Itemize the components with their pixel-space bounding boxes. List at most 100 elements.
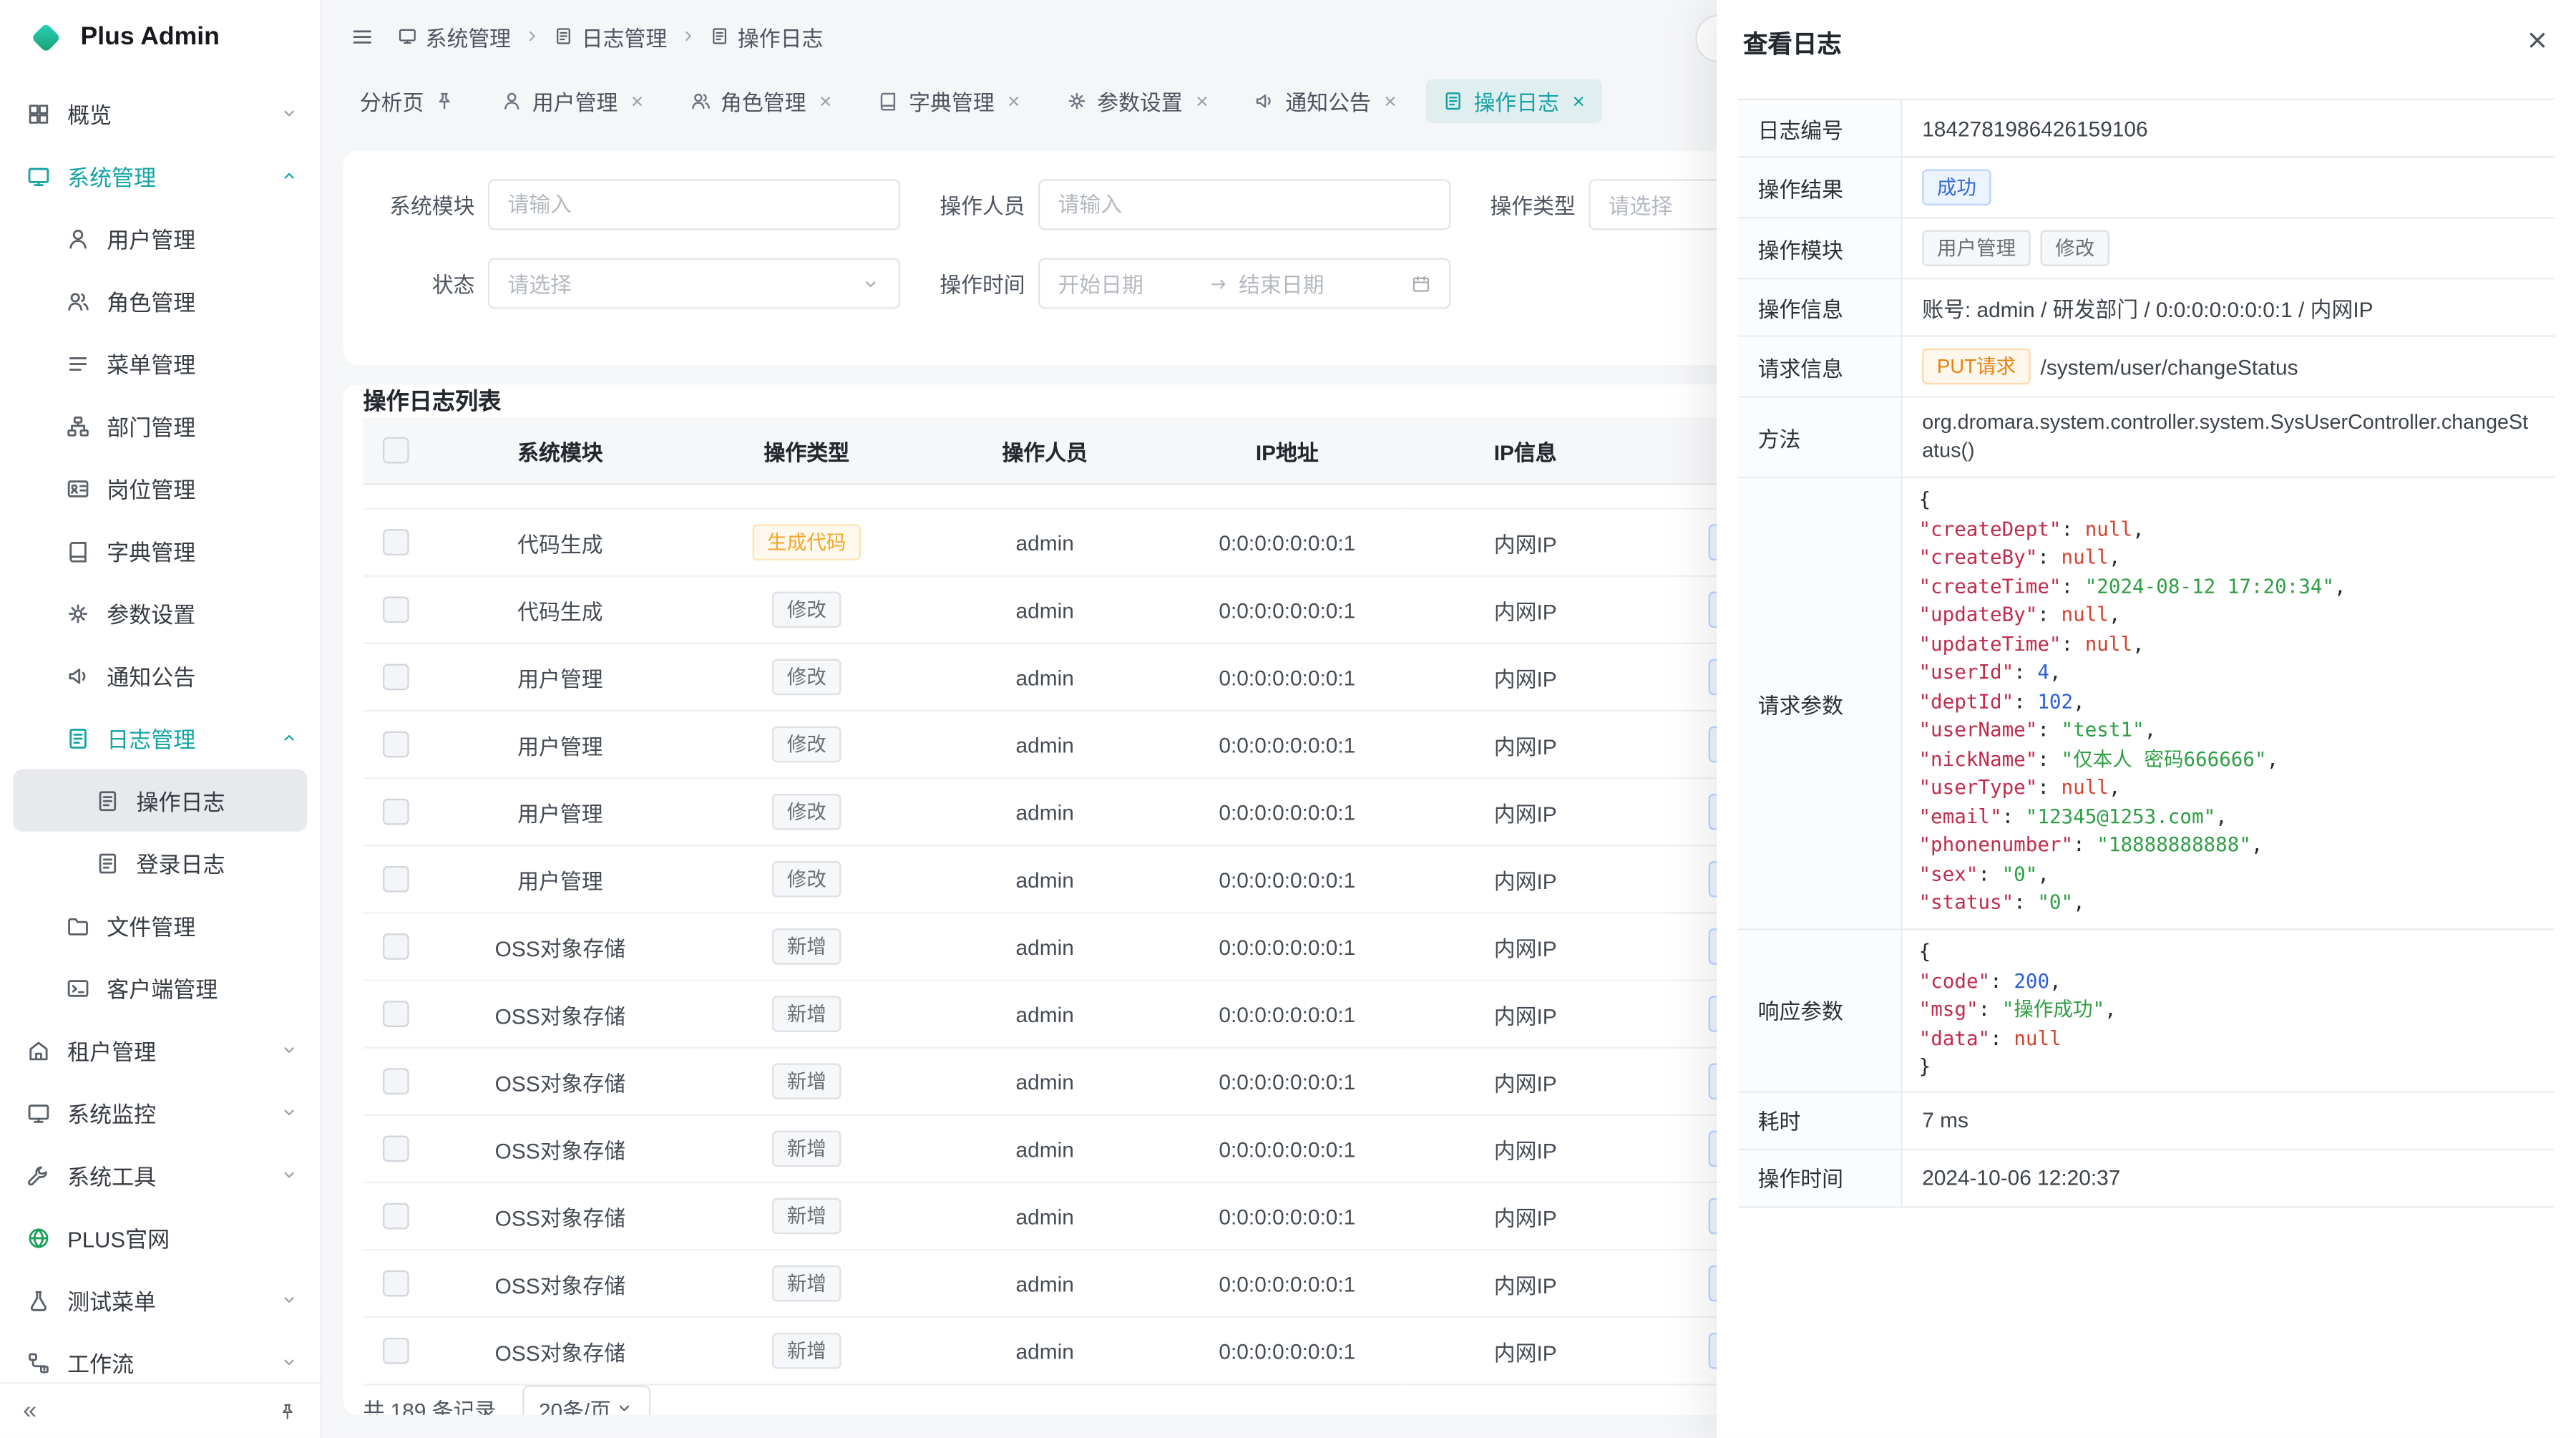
sidebar-item-overview[interactable]: 概览 [0,82,321,145]
operation-time-range-picker[interactable]: 开始日期 结束日期 [1038,258,1450,309]
sidebar-item-workflow[interactable]: 工作流 [0,1331,321,1382]
roles-icon [66,288,90,313]
close-tab-icon[interactable]: × [1384,89,1396,111]
detail-row-op-time: 操作时间 2024-10-06 12:20:37 [1738,1150,2555,1207]
tab-operation-log[interactable]: 操作日志× [1426,78,1601,122]
row-checkbox[interactable] [383,732,409,758]
book-icon [878,89,899,111]
building-icon [26,1038,51,1062]
log-icon [554,26,574,47]
tab-role-mgmt[interactable]: 角色管理× [673,78,848,122]
close-tab-icon[interactable]: × [1572,89,1584,111]
cell-module: 代码生成 [429,509,691,576]
operation-type-badge: 修改 [772,861,841,898]
cell-ip: 0:0:0:0:0:0:0:1 [1168,1115,1406,1182]
operation-type-badge: 修改 [772,659,841,696]
sidebar-item-menu-mgmt[interactable]: 菜单管理 [0,332,321,394]
drawer-title: 查看日志 [1743,26,1842,60]
view-log-drawer: 查看日志 日志编号 1842781986426159106 操作结果 成功 操作… [1717,0,2576,1438]
row-checkbox[interactable] [383,1203,409,1230]
filter-label: 操作类型 [1490,189,1575,220]
sidebar-item-user-mgmt[interactable]: 用户管理 [0,207,321,269]
sidebar-item-operation-log[interactable]: 操作日志 [13,769,307,831]
sidebar-item-dept-mgmt[interactable]: 部门管理 [0,394,321,457]
tab-user-mgmt[interactable]: 用户管理× [484,78,660,122]
row-checkbox[interactable] [383,799,409,825]
sidebar-item-file-mgmt[interactable]: 文件管理 [0,894,321,956]
sidebar-item-login-log[interactable]: 登录日志 [0,832,321,894]
detail-row-result: 操作结果 成功 [1738,157,2555,218]
cell-ip: 0:0:0:0:0:0:0:1 [1168,643,1406,711]
chevron-down-icon [279,1103,299,1123]
sidebar-item-system-tools[interactable]: 系统工具 [0,1144,321,1206]
request-params-code[interactable]: { "createDept": null, "createBy": null, … [1903,478,2555,928]
chevron-down-icon [279,1290,299,1310]
breadcrumb: 系统管理 日志管理 操作日志 [398,21,824,52]
sidebar-item-client-mgmt[interactable]: 客户端管理 [0,956,321,1019]
terminal-icon [66,976,90,1000]
close-tab-icon[interactable]: × [631,89,643,111]
cell-operator: admin [922,778,1168,845]
breadcrumb-item-current: 操作日志 [710,21,823,52]
sidebar-item-plus-website[interactable]: PLUS官网 [0,1206,321,1268]
tab-analysis[interactable]: 分析页 [343,78,472,122]
cell-ip: 0:0:0:0:0:0:0:1 [1168,509,1406,576]
chevron-down-icon [279,1353,299,1373]
cell-operator: admin [922,643,1168,711]
cell-ip-info: 内网IP [1406,711,1644,778]
chevron-up-icon [279,166,299,186]
sidebar-item-param-settings[interactable]: 参数设置 [0,582,321,644]
tab-dict-mgmt[interactable]: 字典管理× [862,78,1037,122]
system-icon [26,163,51,188]
sidebar-footer: « [0,1382,321,1438]
status-select[interactable]: 请选择 [488,258,900,309]
cell-module: 用户管理 [429,643,691,711]
close-tab-icon[interactable]: × [819,89,831,111]
close-tab-icon[interactable]: × [1008,89,1020,111]
breadcrumb-item[interactable]: 系统管理 [398,21,511,52]
row-checkbox[interactable] [383,934,409,961]
operator-input[interactable] [1038,179,1450,230]
row-checkbox[interactable] [383,664,409,691]
pin-icon[interactable] [434,89,455,111]
close-drawer-button[interactable] [2525,28,2550,57]
sidebar-item-log-mgmt[interactable]: 日志管理 [0,706,321,769]
cell-module: 用户管理 [429,778,691,845]
filter-label: 系统模块 [356,189,474,220]
collapse-sidebar-button[interactable]: « [23,1399,36,1423]
cell-ip: 0:0:0:0:0:0:0:1 [1168,913,1406,980]
sidebar-item-system-mgmt[interactable]: 系统管理 [0,145,321,207]
cell-operator: admin [922,509,1168,576]
sidebar-item-tenant-mgmt[interactable]: 租户管理 [0,1019,321,1081]
sidebar-item-notice[interactable]: 通知公告 [0,644,321,706]
row-checkbox[interactable] [383,1271,409,1297]
sidebar-item-test-menu[interactable]: 测试菜单 [0,1268,321,1331]
monitor-icon [26,1100,51,1124]
row-checkbox[interactable] [383,1069,409,1095]
filter-label: 操作人员 [940,189,1025,220]
breadcrumb-item[interactable]: 日志管理 [554,21,667,52]
row-checkbox[interactable] [383,1001,409,1028]
row-checkbox[interactable] [383,1339,409,1365]
pin-sidebar-icon[interactable] [278,1401,298,1421]
sidebar-item-dict-mgmt[interactable]: 字典管理 [0,520,321,582]
sidebar-item-role-mgmt[interactable]: 角色管理 [0,270,321,332]
row-checkbox[interactable] [383,597,409,623]
clipped-json-content [1919,918,2539,928]
tab-notice[interactable]: 通知公告× [1238,78,1413,122]
cell-module: 代码生成 [429,576,691,643]
row-checkbox[interactable] [383,1136,409,1162]
row-checkbox[interactable] [383,530,409,556]
system-module-input[interactable] [488,179,900,230]
hamburger-menu-icon[interactable] [350,24,374,48]
select-all-checkbox[interactable] [383,437,409,464]
cell-ip: 0:0:0:0:0:0:0:1 [1168,1250,1406,1317]
sidebar-item-post-mgmt[interactable]: 岗位管理 [0,457,321,519]
page-size-select[interactable]: 20条/页 [522,1385,650,1414]
cell-ip-info: 内网IP [1406,981,1644,1048]
close-tab-icon[interactable]: × [1196,89,1208,111]
sidebar-item-system-monitor[interactable]: 系统监控 [0,1082,321,1144]
cell-ip: 0:0:0:0:0:0:0:1 [1168,711,1406,778]
row-checkbox[interactable] [383,867,409,893]
tab-param-settings[interactable]: 参数设置× [1050,78,1225,122]
